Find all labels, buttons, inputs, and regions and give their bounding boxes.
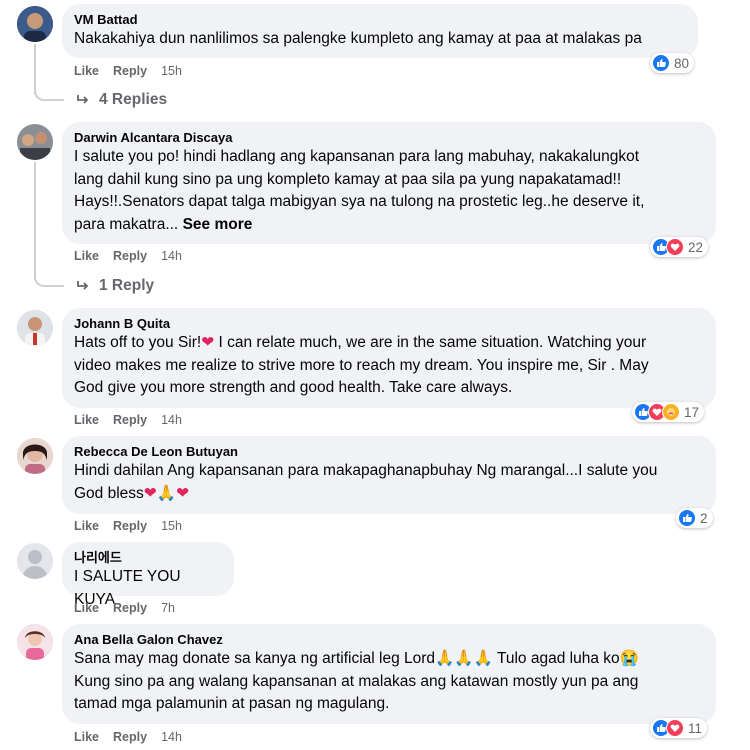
comment-time[interactable]: 14h (161, 730, 182, 744)
comment-author[interactable]: 나리에드 (74, 549, 222, 566)
comment-bubble: 나리에드 I SALUTE YOU KUYA (62, 542, 234, 608)
comment-bubble: Rebecca De Leon Butuyan Hindi dahilan An… (62, 436, 716, 514)
comment-text: Nakakahiya dun nanlilimos sa palengke ku… (74, 30, 642, 47)
thread-line (34, 162, 36, 280)
pray-emoji-icon: 🙏🙏🙏 (435, 650, 493, 667)
comment-author[interactable]: VM Battad (74, 11, 686, 28)
reaction-count: 17 (684, 404, 700, 420)
comment-text-line: Hays!!.Senators dapat talga mabigyan sya… (74, 193, 645, 210)
comment-text-line: lang dahil kung sino pa ung kompleto kam… (74, 170, 622, 188)
reply-arrow-icon (77, 281, 89, 290)
text-segment: Tulo agad luha ko (492, 650, 620, 667)
heart-emoji-icon: ❤ (143, 484, 157, 502)
like-button[interactable]: Like (74, 601, 99, 615)
comment-bubble: Ana Bella Galon Chavez Sana may mag dona… (62, 624, 716, 724)
reaction-count: 22 (688, 239, 704, 255)
reactions-summary[interactable]: 17 (632, 402, 705, 422)
love-reaction-icon (666, 719, 684, 737)
pray-emoji-icon: 🙏 (156, 484, 177, 502)
like-reaction-icon (678, 509, 696, 527)
reactions-summary[interactable]: 22 (650, 237, 709, 257)
reactions-summary[interactable]: 2 (676, 508, 713, 528)
text-segment: Sana may mag donate sa kanya ng artifici… (74, 650, 436, 667)
heart-emoji-icon: ❤ (201, 334, 215, 351)
text-segment: God bless (74, 484, 144, 502)
comment-actions: Like Reply 14h (74, 248, 196, 264)
reply-arrow-icon (77, 95, 89, 104)
comment-bubble: Johann B Quita Hats off to you Sir!❤ I c… (62, 308, 716, 408)
thread-hook (34, 273, 64, 287)
comment-text-line: God give you more strength and good heal… (74, 379, 513, 396)
reply-button[interactable]: Reply (113, 249, 147, 263)
view-replies-button[interactable]: 4 Replies (75, 91, 167, 109)
like-reaction-icon (652, 54, 670, 72)
love-reaction-icon (666, 238, 684, 256)
comment-text-line: Sana may mag donate sa kanya ng artifici… (74, 648, 704, 671)
avatar[interactable] (17, 124, 53, 160)
crying-emoji-icon: 😭 (619, 650, 639, 667)
comment-text-line: Hats off to you Sir!❤ I can relate much,… (74, 332, 704, 355)
comment-actions: Like Reply 15h (74, 63, 196, 79)
comment-text-line: video makes me realize to strive more to… (74, 356, 649, 374)
heart-emoji-icon: ❤ (176, 484, 190, 502)
comment-actions: Like Reply 14h (74, 729, 196, 745)
reply-button[interactable]: Reply (113, 730, 147, 744)
comment-time[interactable]: 7h (161, 601, 175, 615)
like-button[interactable]: Like (74, 64, 99, 78)
reaction-count: 2 (700, 510, 708, 526)
avatar[interactable] (17, 438, 53, 474)
reply-button[interactable]: Reply (113, 64, 147, 78)
replies-count: 4 Replies (99, 91, 168, 108)
like-button[interactable]: Like (74, 249, 99, 263)
comment-text-line: Hindi dahilan Ang kapansanan para makapa… (74, 462, 658, 479)
comment-text-line: tamad mga palamunin at pasan ng magulang… (74, 695, 390, 712)
comment-actions: Like Reply 7h (74, 600, 189, 616)
like-button[interactable]: Like (74, 730, 99, 744)
comment-author[interactable]: Ana Bella Galon Chavez (74, 631, 704, 648)
avatar[interactable] (17, 624, 53, 660)
reactions-summary[interactable]: 11 (650, 718, 708, 738)
comment-time[interactable]: 15h (161, 519, 182, 533)
comment-actions: Like Reply 15h (74, 518, 196, 534)
avatar[interactable] (17, 543, 53, 579)
reaction-count: 80 (674, 55, 690, 71)
reaction-count: 11 (688, 720, 703, 736)
text-segment: Hats off to you Sir! (74, 334, 202, 351)
comment-author[interactable]: Darwin Alcantara Discaya (74, 129, 704, 146)
reactions-summary[interactable]: 80 (650, 53, 695, 73)
like-button[interactable]: Like (74, 413, 99, 427)
comment-text-line: God bless❤🙏❤ (74, 483, 704, 506)
view-replies-button[interactable]: 1 Reply (75, 277, 154, 295)
thread-hook (34, 87, 64, 101)
text-segment: I can relate much, we are in the same si… (214, 334, 647, 351)
comment-author[interactable]: Rebecca De Leon Butuyan (74, 443, 704, 460)
comment-time[interactable]: 14h (161, 413, 182, 427)
reply-button[interactable]: Reply (113, 413, 147, 427)
avatar[interactable] (17, 310, 53, 346)
avatar[interactable] (17, 6, 53, 42)
comment-time[interactable]: 14h (161, 249, 182, 263)
comment-author[interactable]: Johann B Quita (74, 315, 704, 332)
reply-button[interactable]: Reply (113, 601, 147, 615)
comment-bubble: VM Battad Nakakahiya dun nanlilimos sa p… (62, 4, 698, 58)
comment-time[interactable]: 15h (161, 64, 182, 78)
comment-text-line: Kung sino pa ang walang kapansanan at ma… (74, 672, 639, 690)
truncated-text: para makatra... (74, 215, 179, 233)
comment-text-line: para makatra... See more (74, 214, 704, 237)
like-button[interactable]: Like (74, 519, 99, 533)
reply-button[interactable]: Reply (113, 519, 147, 533)
replies-count: 1 Reply (99, 277, 155, 294)
comment-actions: Like Reply 14h (74, 412, 196, 428)
comment-bubble: Darwin Alcantara Discaya I salute you po… (62, 122, 716, 244)
see-more-link[interactable]: See more (183, 216, 253, 233)
care-reaction-icon (662, 403, 680, 421)
comment-text-line: I salute you po! hindi hadlang ang kapan… (74, 148, 640, 165)
